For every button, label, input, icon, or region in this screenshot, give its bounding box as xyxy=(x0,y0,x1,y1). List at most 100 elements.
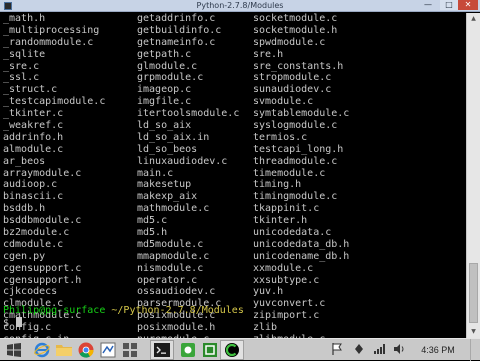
file-entry: zipimport.c xyxy=(253,310,320,322)
file-entry: cgensupport.h xyxy=(3,274,82,286)
scroll-thumb[interactable] xyxy=(469,263,478,323)
file-entry: bsddbmodule.c xyxy=(3,215,82,227)
terminal-icon[interactable] xyxy=(150,340,174,360)
file-entry: itertoolsmodule.c xyxy=(137,108,240,120)
file-entry: getaddrinfo.c xyxy=(137,13,216,24)
terminal-window[interactable]: Python-2.7.8/Modules — □ ✕ _math.h _multi… xyxy=(0,0,480,338)
file-entry: sre_constants.h xyxy=(253,60,344,72)
vertical-scrollbar[interactable]: ▲ ▼ xyxy=(466,13,480,338)
file-entry: timingmodule.c xyxy=(253,191,338,203)
close-button[interactable]: ✕ xyxy=(458,0,478,10)
file-entry: ar_beos xyxy=(3,155,46,167)
listing-column-3: socketmodule.c socketmodule.h spwdmodule.c… xyxy=(253,13,349,338)
show-desktop-button[interactable] xyxy=(470,339,480,361)
file-entry: getpath.c xyxy=(137,48,192,60)
file-entry: bsddb.h xyxy=(3,203,46,215)
file-entry: unicodedata_db.h xyxy=(253,238,350,250)
internet-explorer-icon[interactable] xyxy=(30,340,54,360)
listing-column-2: getaddrinfo.c getbuildinfo.c getnameinfo.c… xyxy=(137,13,239,338)
file-entry: ld_so_beos xyxy=(137,143,198,155)
file-entry: xxmodule.c xyxy=(253,262,314,274)
file-entry: makexp_aix xyxy=(137,191,198,203)
shell-prompt: Philip@pg-surface ~/Python-2.7.8/Modules xyxy=(3,305,244,317)
file-entry: symtablemodule.c xyxy=(253,108,350,120)
file-entry: nismodule.c xyxy=(137,262,204,274)
file-entry: threadmodule.c xyxy=(253,155,338,167)
tray-app-icon[interactable] xyxy=(352,343,366,357)
file-entry: ld_so_aix xyxy=(137,120,192,132)
file-entry: zlib xyxy=(253,322,278,334)
file-entry: yuv.h xyxy=(253,286,284,298)
file-entry: md5.h xyxy=(137,227,168,239)
network-icon[interactable] xyxy=(372,343,386,357)
file-entry: glmodule.c xyxy=(137,60,198,72)
taskbar: 4:36 PM xyxy=(0,338,480,361)
file-entry: imgfile.c xyxy=(137,96,192,108)
file-entry: _math.h xyxy=(3,13,46,24)
file-entry: mmapmodule.c xyxy=(137,250,210,262)
chrome-icon[interactable] xyxy=(74,340,98,360)
command-line[interactable]: $ xyxy=(3,317,23,330)
file-entry: almodule.c xyxy=(3,143,64,155)
file-entry: main.c xyxy=(137,167,174,179)
file-entry: ossaudiodev.c xyxy=(137,286,216,298)
file-entry: sunaudiodev.c xyxy=(253,84,332,96)
green-app-icon[interactable] xyxy=(176,340,200,360)
file-entry: addrinfo.h xyxy=(3,131,64,143)
minimize-button[interactable]: — xyxy=(418,0,438,10)
title-bar[interactable]: Python-2.7.8/Modules — □ ✕ xyxy=(0,0,480,12)
file-entry: testcapi_long.h xyxy=(253,143,344,155)
scroll-up-arrow-icon[interactable]: ▲ xyxy=(467,13,480,25)
file-entry: tkappinit.c xyxy=(253,203,320,215)
terminal-output[interactable]: _math.h _multiprocessing _randommodule.c _s… xyxy=(0,13,466,338)
file-entry: binascii.c xyxy=(3,191,64,203)
file-entry: cdmodule.c xyxy=(3,238,64,250)
maximize-button[interactable]: □ xyxy=(440,0,458,10)
file-entry: socketmodule.h xyxy=(253,24,338,36)
file-entry: tkinter.h xyxy=(253,215,308,227)
grid-app-icon[interactable] xyxy=(118,340,142,360)
file-entry: cgen.py xyxy=(3,250,46,262)
file-entry: _ssl.c xyxy=(3,72,40,84)
file-explorer-icon[interactable] xyxy=(52,340,76,360)
file-entry: cgensupport.c xyxy=(3,262,82,274)
file-entry: _sre.c xyxy=(3,60,40,72)
file-entry: termios.c xyxy=(253,131,308,143)
file-entry: operator.c xyxy=(137,274,198,286)
text-cursor xyxy=(16,317,23,327)
file-entry: audioop.c xyxy=(3,179,58,191)
action-center-flag-icon[interactable] xyxy=(330,343,344,357)
file-entry: getbuildinfo.c xyxy=(137,24,222,36)
file-entry: mathmodule.c xyxy=(137,203,210,215)
file-entry: _weakref.c xyxy=(3,120,64,132)
file-entry: socketmodule.c xyxy=(253,13,338,24)
volume-icon[interactable] xyxy=(392,343,406,357)
file-entry: ld_so_aix.in xyxy=(137,131,210,143)
file-entry: linuxaudiodev.c xyxy=(137,155,228,167)
file-entry: grpmodule.c xyxy=(137,72,204,84)
app-icon-3[interactable] xyxy=(198,340,222,360)
file-entry: xxsubtype.c xyxy=(253,274,320,286)
file-entry: stropmodule.c xyxy=(253,72,332,84)
file-entry: _randommodule.c xyxy=(3,36,94,48)
file-entry: sre.h xyxy=(253,48,284,60)
file-entry: bz2module.c xyxy=(3,227,70,239)
listing-column-1: _math.h _multiprocessing _randommodule.c _s… xyxy=(3,13,105,338)
cygwin-icon[interactable] xyxy=(220,340,244,360)
windows-start-icon[interactable] xyxy=(2,340,26,360)
app-icon[interactable] xyxy=(96,340,120,360)
file-entry: md5module.c xyxy=(137,238,204,250)
file-entry: cjkcodecs xyxy=(3,286,58,298)
file-entry: _sqlite xyxy=(3,48,46,60)
prompt-user-host: Philip@pg-surface xyxy=(3,305,106,316)
file-entry: _testcapimodule.c xyxy=(3,96,106,108)
file-entry: getnameinfo.c xyxy=(137,36,216,48)
file-entry: _struct.c xyxy=(3,84,58,96)
file-entry: _tkinter.c xyxy=(3,108,64,120)
file-entry: arraymodule.c xyxy=(3,167,82,179)
window-title: Python-2.7.8/Modules xyxy=(196,1,284,10)
file-entry: _multiprocessing xyxy=(3,24,100,36)
taskbar-clock[interactable]: 4:36 PM xyxy=(418,339,458,361)
file-entry: spwdmodule.c xyxy=(253,36,326,48)
scroll-down-arrow-icon[interactable]: ▼ xyxy=(467,326,480,338)
